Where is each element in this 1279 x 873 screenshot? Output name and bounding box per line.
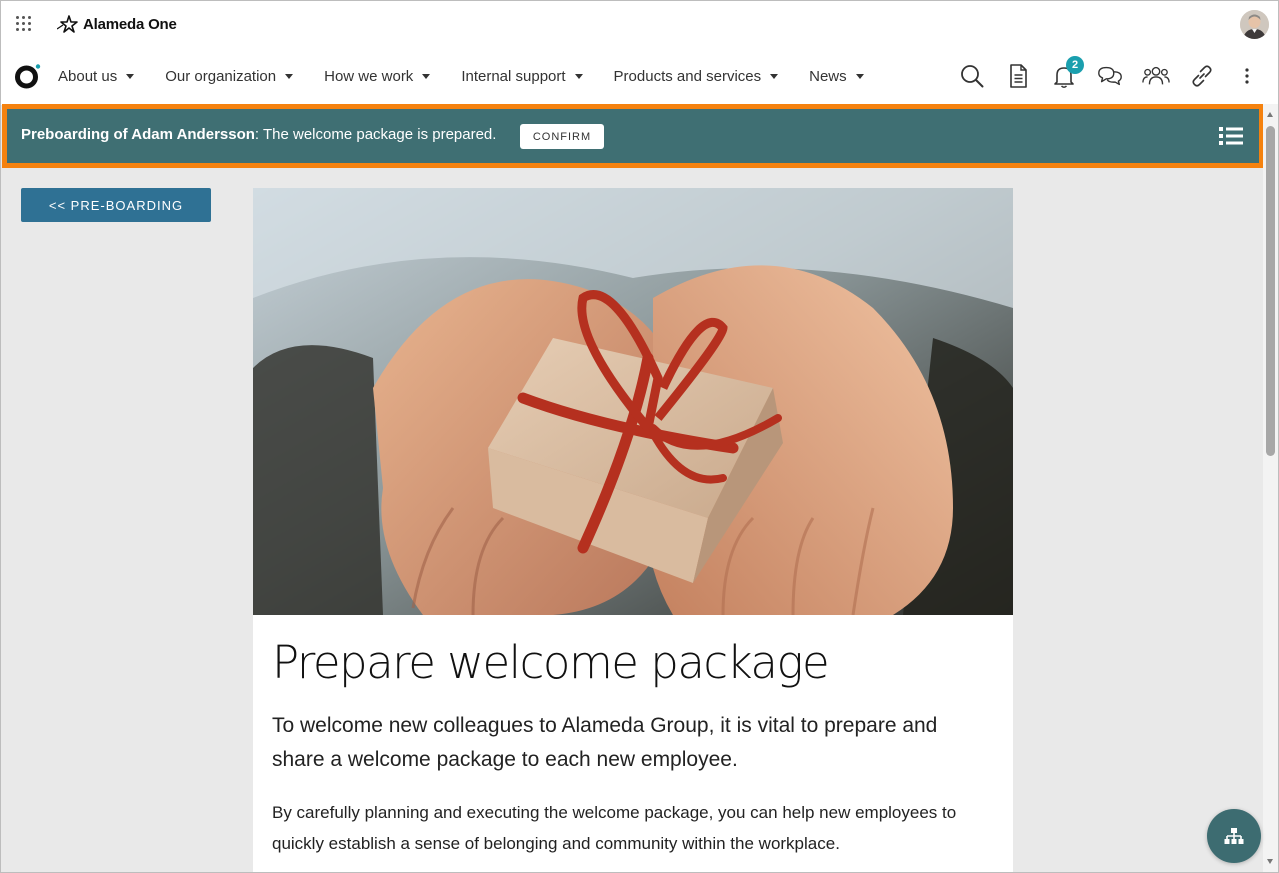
bell-icon[interactable]: 2: [1050, 56, 1084, 90]
nav-item-news[interactable]: News: [809, 68, 864, 85]
confirm-button[interactable]: CONFIRM: [520, 124, 604, 149]
article-body: By carefully planning and executing the …: [272, 803, 957, 853]
app-launcher-icon[interactable]: [16, 16, 32, 32]
nav-item-label: Our organization: [165, 67, 277, 85]
top-bar: Alameda One: [1, 1, 1278, 47]
nav-item-label: Products and services: [613, 67, 762, 85]
org-chart-icon: [1224, 828, 1244, 844]
workflow-banner: Preboarding of Adam Andersson: The welco…: [2, 104, 1264, 168]
back-to-preboarding-button[interactable]: << PRE-BOARDING: [21, 188, 211, 222]
article-lead: To welcome new colleagues to Alameda Gro…: [272, 714, 938, 771]
nav-item-products-and-services[interactable]: Products and services: [614, 68, 779, 85]
nav-item-internal-support[interactable]: Internal support: [461, 67, 583, 85]
brand-star-icon: [57, 15, 78, 33]
article: Prepare welcome package To welcome new c…: [253, 188, 1013, 872]
caret-down-icon: [285, 73, 294, 79]
scroll-up-arrow-icon[interactable]: [1267, 112, 1273, 117]
link-icon[interactable]: [1188, 62, 1216, 90]
hero-image-gift-in-hands: [253, 188, 1013, 615]
home-logo-icon[interactable]: [14, 62, 42, 90]
nav-item-how-we-work[interactable]: How we work: [324, 67, 431, 85]
nav-item-our-organization[interactable]: Our organization: [165, 67, 294, 85]
page-scrollbar[interactable]: [1263, 104, 1278, 872]
nav-item-label: About us: [58, 67, 118, 85]
notification-badge: 2: [1066, 56, 1084, 74]
brand[interactable]: Alameda One: [57, 14, 177, 34]
main-navigation: About us Our organization How we work In…: [1, 47, 1278, 105]
app-window: Alameda One About us Our organization Ho…: [0, 0, 1279, 873]
document-icon[interactable]: [1004, 62, 1032, 90]
caret-down-icon: [855, 73, 864, 79]
banner-message: Preboarding of Adam Andersson: The welco…: [21, 126, 496, 143]
article-title: Prepare welcome package: [272, 636, 830, 689]
caret-down-icon: [574, 73, 583, 79]
user-avatar[interactable]: [1240, 10, 1269, 39]
chat-icon[interactable]: [1096, 62, 1124, 90]
scrollbar-thumb[interactable]: [1266, 126, 1275, 456]
task-list-icon[interactable]: [1218, 125, 1244, 147]
nav-menu: About us Our organization How we work In…: [58, 47, 895, 105]
nav-item-about-us[interactable]: About us: [58, 67, 135, 85]
more-icon[interactable]: [1233, 62, 1261, 90]
org-chart-button[interactable]: [1207, 809, 1261, 863]
banner-title: Preboarding of Adam Andersson: [21, 126, 255, 143]
avatar-photo-icon: [1240, 10, 1269, 39]
caret-down-icon: [422, 73, 431, 79]
caret-down-icon: [126, 73, 135, 79]
scroll-down-arrow-icon[interactable]: [1267, 859, 1273, 864]
banner-status-text: : The welcome package is prepared.: [254, 126, 497, 143]
people-icon[interactable]: [1142, 62, 1170, 90]
nav-item-label: How we work: [324, 67, 414, 85]
brand-name: Alameda One: [83, 15, 177, 33]
nav-item-label: News: [809, 67, 847, 85]
search-icon[interactable]: [958, 62, 986, 90]
nav-item-label: Internal support: [461, 67, 566, 85]
caret-down-icon: [770, 73, 779, 79]
